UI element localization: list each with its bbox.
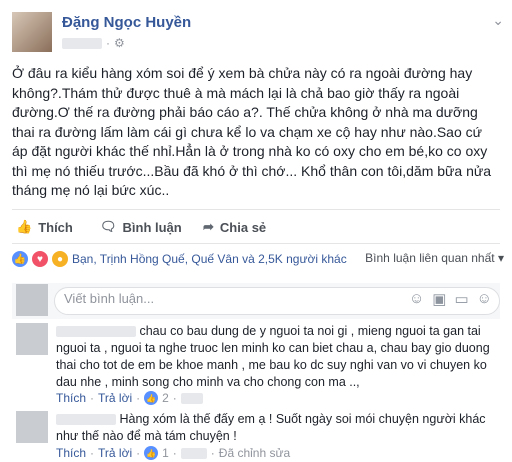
- dot-separator: ·: [106, 36, 110, 50]
- comment-avatar[interactable]: [16, 323, 48, 355]
- globe-icon: ⚙: [114, 36, 125, 50]
- comment-actions: Thích · Trả lời · 👍 1 · · Đã chỉnh sửa: [56, 446, 291, 460]
- love-reaction-icon: ♥: [32, 251, 48, 267]
- comment-time-blurred[interactable]: [180, 392, 203, 404]
- like-badge-icon: 👍: [144, 391, 159, 405]
- comment-reply-button[interactable]: Trả lời: [98, 391, 132, 405]
- post-options-chevron-icon[interactable]: ⌄: [492, 12, 504, 29]
- reactions-summary[interactable]: 👍 ♥ ● Bạn, Trịnh Hồng Quế, Quế Vân và 2,…: [12, 251, 347, 267]
- like-button[interactable]: 👍 Thích: [16, 219, 73, 235]
- viewer-avatar: [16, 284, 48, 316]
- like-badge-icon: 👍: [144, 446, 159, 460]
- thumbs-up-icon: 👍: [16, 219, 33, 234]
- share-icon: ➦: [203, 219, 214, 234]
- comment-placeholder: Viết bình luận...: [64, 291, 155, 306]
- camera-icon[interactable]: ▣: [432, 290, 446, 308]
- divider: [12, 209, 500, 210]
- edited-label[interactable]: Đã chỉnh sửa: [219, 446, 290, 460]
- comment-item: Hàng xóm là thế đấy em ạ ! Suốt ngày soi…: [56, 411, 496, 445]
- sticker-icon[interactable]: ☺: [477, 290, 492, 308]
- author-avatar[interactable]: [12, 12, 52, 52]
- comment-body: Hàng xóm là thế đấy em ạ ! Suốt ngày soi…: [56, 412, 486, 443]
- comment-reply-button[interactable]: Trả lời: [98, 446, 132, 460]
- wow-reaction-icon: ●: [52, 251, 68, 267]
- comment-item: chau co bau dung de y nguoi ta noi gi , …: [56, 323, 496, 391]
- post-text: Ở đâu ra kiểu hàng xóm soi để ý xem bà c…: [12, 65, 495, 198]
- like-reaction-icon: 👍: [12, 251, 28, 267]
- divider: [12, 243, 500, 244]
- commenter-name-blurred[interactable]: [56, 414, 116, 426]
- comment-like-count[interactable]: 2: [162, 391, 169, 405]
- comment-like-button[interactable]: Thích: [56, 391, 86, 405]
- author-name[interactable]: Đặng Ngọc Huyền: [62, 14, 191, 31]
- composer-icons: ☺ ▣ ▭ ☺: [409, 290, 492, 308]
- commenter-name-blurred[interactable]: [56, 326, 136, 338]
- caret-down-icon: ▾: [497, 251, 504, 265]
- comment-avatar[interactable]: [16, 411, 48, 443]
- post-meta: · ⚙: [62, 36, 125, 50]
- gif-icon[interactable]: ▭: [454, 290, 468, 308]
- comment-button[interactable]: 🗨 Bình luận: [100, 219, 182, 235]
- comment-actions: Thích · Trả lời · 👍 2 ·: [56, 391, 203, 405]
- reactions-text[interactable]: Bạn, Trịnh Hồng Quế, Quế Vân và 2,5K ngư…: [72, 252, 347, 266]
- comment-time-blurred[interactable]: [180, 447, 207, 459]
- emoji-icon[interactable]: ☺: [409, 290, 424, 308]
- comment-ranking-dropdown[interactable]: Bình luận liên quan nhất ▾: [365, 251, 504, 265]
- comment-like-count[interactable]: 1: [162, 446, 169, 460]
- comment-icon: 🗨: [100, 219, 117, 234]
- timestamp-blurred[interactable]: [62, 37, 102, 49]
- share-button[interactable]: ➦ Chia sẻ: [203, 219, 266, 235]
- comment-like-button[interactable]: Thích: [56, 446, 86, 460]
